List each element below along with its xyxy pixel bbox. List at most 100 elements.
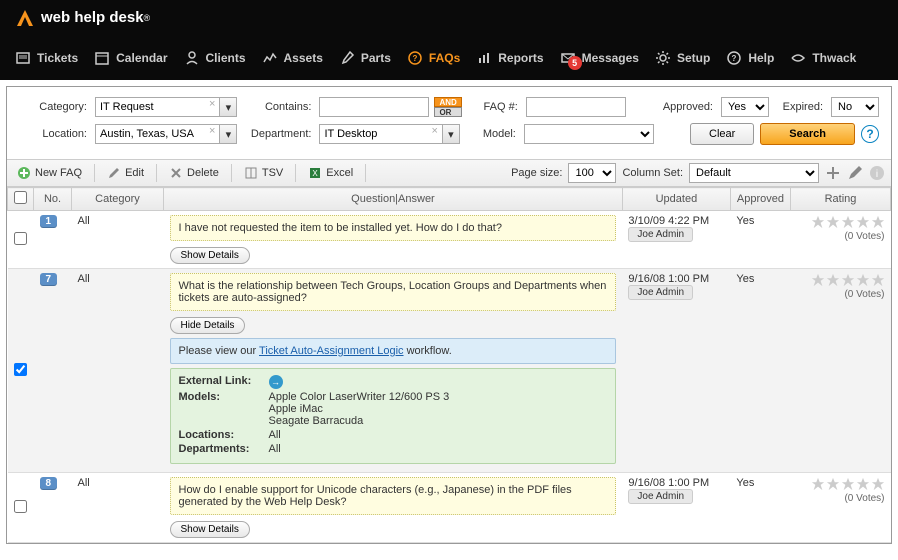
svg-text:X: X: [313, 169, 319, 178]
svg-text:i: i: [876, 169, 878, 180]
colset-select[interactable]: Default: [689, 163, 819, 183]
question-text: How do I enable support for Unicode char…: [170, 477, 617, 515]
updated-date: 9/16/08 1:00 PM: [628, 273, 724, 285]
row-checkbox[interactable]: [14, 363, 27, 376]
row-category: All: [72, 473, 164, 543]
row-category: All: [72, 211, 164, 269]
nav-tickets[interactable]: Tickets: [15, 50, 78, 66]
rating-stars[interactable]: [797, 273, 885, 287]
pencil-icon[interactable]: [847, 165, 863, 181]
row-checkbox[interactable]: [14, 232, 27, 245]
select-all-checkbox[interactable]: [14, 191, 27, 204]
question-text: What is the relationship between Tech Gr…: [170, 273, 617, 311]
pagesize-label: Page size:: [511, 167, 562, 179]
row-category: All: [72, 269, 164, 473]
col-rating[interactable]: Rating: [791, 188, 891, 211]
vote-count: (0 Votes): [797, 231, 885, 242]
answer-link[interactable]: Ticket Auto-Assignment Logic: [259, 345, 404, 357]
tsv-button[interactable]: TSV: [240, 166, 287, 180]
new-faq-button[interactable]: New FAQ: [13, 166, 86, 180]
edit-button[interactable]: Edit: [103, 166, 148, 180]
faqno-input[interactable]: [526, 97, 626, 117]
contains-label: Contains:: [243, 101, 313, 113]
nav-thwack[interactable]: Thwack: [790, 50, 856, 66]
nav-calendar[interactable]: Calendar: [94, 50, 167, 66]
meta-box: External Link:→ Models:Apple Color Laser…: [170, 368, 617, 464]
nav-faqs[interactable]: ?FAQs: [407, 50, 460, 66]
vote-count: (0 Votes): [797, 493, 885, 504]
clear-button[interactable]: Clear: [690, 123, 754, 145]
contains-input[interactable]: [319, 97, 429, 117]
clear-icon[interactable]: ×: [205, 97, 219, 117]
expired-select[interactable]: No: [831, 97, 879, 117]
clear-icon[interactable]: ×: [427, 124, 441, 144]
plus-icon[interactable]: [825, 165, 841, 181]
col-updated[interactable]: Updated: [622, 188, 730, 211]
help-icon[interactable]: ?: [861, 125, 879, 143]
category-input[interactable]: [95, 97, 205, 117]
faq-number[interactable]: 7: [40, 273, 58, 286]
nav-clients[interactable]: Clients: [184, 50, 246, 66]
rating-stars[interactable]: [797, 477, 885, 491]
department-input[interactable]: [319, 124, 427, 144]
col-no[interactable]: No.: [34, 188, 72, 211]
updated-date: 9/16/08 1:00 PM: [628, 477, 724, 489]
model-select[interactable]: [524, 124, 654, 144]
hide-details-button[interactable]: Hide Details: [170, 317, 246, 334]
delete-button[interactable]: Delete: [165, 166, 223, 180]
nav-parts[interactable]: Parts: [339, 50, 391, 66]
row-approved: Yes: [730, 473, 790, 543]
approved-select[interactable]: Yes: [721, 97, 769, 117]
row-approved: Yes: [730, 211, 790, 269]
department-combo[interactable]: ×▾: [319, 124, 459, 144]
faqno-label: FAQ #:: [468, 101, 520, 113]
info-icon[interactable]: i: [869, 165, 885, 181]
brand-logo: web help desk®: [15, 0, 883, 35]
location-input[interactable]: [95, 124, 205, 144]
pagesize-select[interactable]: 100: [568, 163, 616, 183]
row-checkbox[interactable]: [14, 500, 27, 513]
table-row: 7 All What is the relationship between T…: [8, 269, 891, 473]
location-label: Location:: [19, 128, 89, 140]
department-label: Department:: [243, 128, 313, 140]
svg-text:?: ?: [412, 54, 417, 63]
chevron-down-icon[interactable]: ▾: [442, 124, 460, 144]
location-combo[interactable]: ×▾: [95, 124, 237, 144]
model-label: Model:: [466, 128, 518, 140]
rating-stars[interactable]: [797, 215, 885, 229]
updated-user[interactable]: Joe Admin: [628, 489, 693, 504]
excel-button[interactable]: XExcel: [304, 166, 357, 180]
expired-label: Expired:: [775, 101, 825, 113]
table-row: 1 All I have not requested the item to b…: [8, 211, 891, 269]
approved-label: Approved:: [653, 101, 715, 113]
col-qa[interactable]: Question|Answer: [164, 188, 623, 211]
search-button[interactable]: Search: [760, 123, 855, 145]
answer-box: Please view our Ticket Auto-Assignment L…: [170, 338, 617, 364]
col-approved[interactable]: Approved: [730, 188, 790, 211]
category-combo[interactable]: ×▾: [95, 97, 237, 117]
nav-help[interactable]: ?Help: [726, 50, 774, 66]
clear-icon[interactable]: ×: [205, 124, 219, 144]
updated-user[interactable]: Joe Admin: [628, 227, 693, 242]
faq-number[interactable]: 8: [40, 477, 58, 490]
col-category[interactable]: Category: [72, 188, 164, 211]
show-details-button[interactable]: Show Details: [170, 521, 250, 538]
andor-toggle[interactable]: ANDOR: [434, 97, 461, 117]
nav-reports[interactable]: Reports: [476, 50, 543, 66]
colset-label: Column Set:: [622, 167, 683, 179]
nav-setup[interactable]: Setup: [655, 50, 710, 66]
nav-messages[interactable]: Messages5: [560, 50, 639, 66]
table-row: 8 All How do I enable support for Unicod…: [8, 473, 891, 543]
chevron-down-icon[interactable]: ▾: [219, 97, 237, 117]
updated-date: 3/10/09 4:22 PM: [628, 215, 724, 227]
vote-count: (0 Votes): [797, 289, 885, 300]
nav-assets[interactable]: Assets: [262, 50, 323, 66]
external-link-icon[interactable]: →: [269, 375, 283, 389]
chevron-down-icon[interactable]: ▾: [219, 124, 237, 144]
row-approved: Yes: [730, 269, 790, 473]
faq-number[interactable]: 1: [40, 215, 58, 228]
updated-user[interactable]: Joe Admin: [628, 285, 693, 300]
question-text: I have not requested the item to be inst…: [170, 215, 617, 241]
svg-text:?: ?: [732, 54, 737, 63]
show-details-button[interactable]: Show Details: [170, 247, 250, 264]
